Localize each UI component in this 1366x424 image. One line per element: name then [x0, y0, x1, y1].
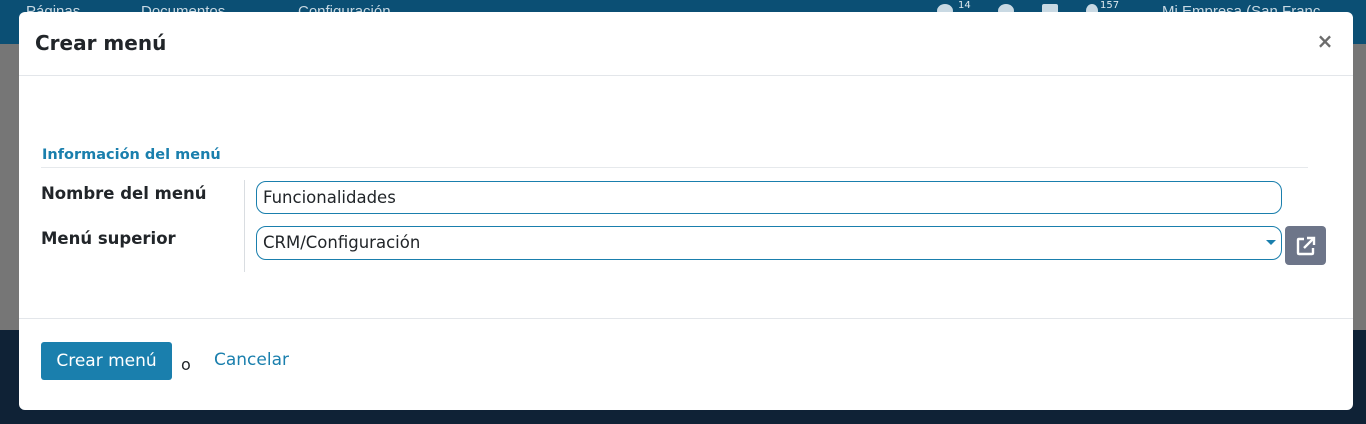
activity-badge: 157: [1100, 0, 1120, 11]
caret-down-icon[interactable]: [1266, 240, 1276, 245]
menu-name-label: Nombre del menú: [41, 184, 207, 203]
create-menu-dialog: Crear menú × Información del menú Nombre…: [19, 12, 1353, 410]
or-separator-text: o: [181, 355, 191, 374]
notification-badge: 14: [958, 0, 971, 11]
label-separator: [244, 180, 245, 272]
cancel-link[interactable]: Cancelar: [214, 350, 289, 370]
section-divider: [41, 167, 1308, 168]
modal-header: Crear menú ×: [19, 12, 1353, 76]
section-title: Información del menú: [42, 147, 221, 163]
modal-title: Crear menú: [35, 31, 167, 55]
create-menu-button[interactable]: Crear menú: [41, 342, 172, 380]
parent-menu-label: Menú superior: [41, 229, 176, 248]
parent-menu-select[interactable]: CRM/Configuración: [256, 226, 1282, 260]
parent-menu-value: CRM/Configuración: [263, 233, 421, 252]
menu-name-input[interactable]: Funcionalidades: [256, 181, 1282, 214]
close-icon[interactable]: ×: [1315, 30, 1335, 52]
external-link-icon: [1296, 236, 1316, 256]
external-link-button[interactable]: [1285, 226, 1326, 265]
